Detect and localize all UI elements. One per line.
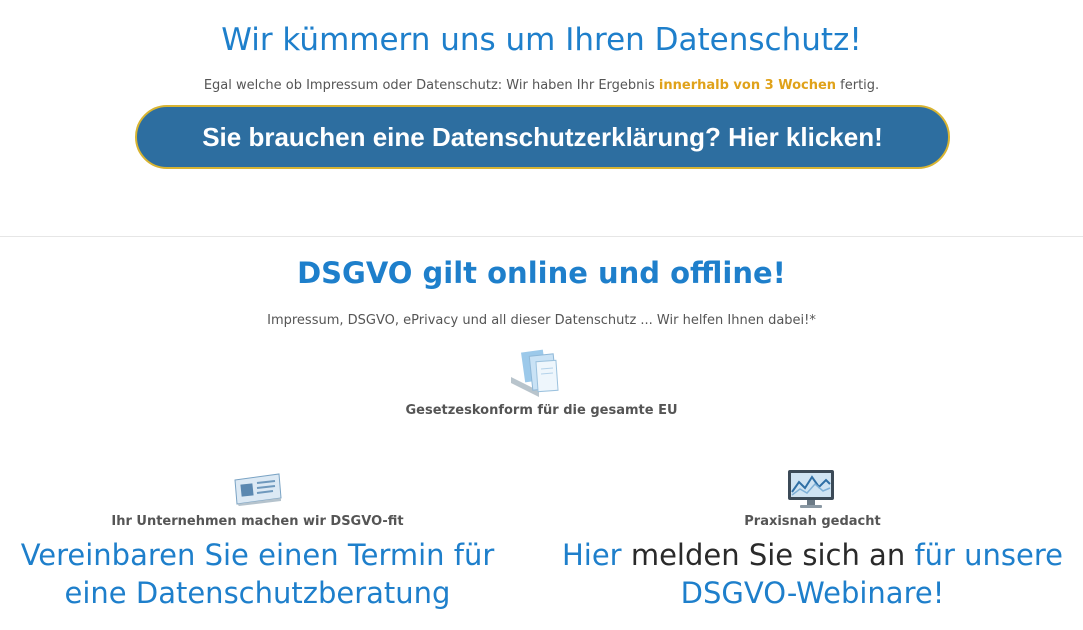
consulting-label: Ihr Unternehmen machen wir DSGVO-fit bbox=[111, 514, 404, 529]
monitor-chart-icon bbox=[788, 470, 834, 508]
consulting-link-line1: Vereinbaren Sie einen Termin für bbox=[20, 538, 495, 572]
hero-subtitle-suffix: fertig. bbox=[836, 78, 880, 93]
hero-subtitle-highlight: innerhalb von 3 Wochen bbox=[658, 78, 837, 93]
section-subtitle: Impressum, DSGVO, ePrivacy und all diese… bbox=[267, 313, 816, 328]
webinar-link-line1: Hier melden Sie sich an für unsere bbox=[555, 536, 1070, 574]
feature-label: Gesetzeskonform für die gesamte EU bbox=[405, 403, 678, 418]
hero-subtitle-prefix: Egal welche ob Impressum oder Datenschut… bbox=[203, 78, 659, 93]
webinar-link-line2: DSGVO-Webinare! bbox=[680, 576, 945, 610]
webinar-link-part3: für unsere bbox=[914, 538, 1064, 572]
consulting-link-line2: eine Datenschutzberatung bbox=[64, 576, 451, 610]
section-divider bbox=[0, 236, 1083, 237]
consulting-appointment-link[interactable]: Vereinbaren Sie einen Termin für eine Da… bbox=[0, 536, 515, 612]
hero-title: Wir kümmern uns um Ihren Datenschutz! bbox=[221, 22, 862, 58]
practical-label: Praxisnah gedacht bbox=[744, 514, 881, 529]
privacy-statement-cta-button[interactable]: Sie brauchen eine Datenschutzerklärung? … bbox=[135, 105, 950, 169]
id-card-icon bbox=[234, 473, 282, 506]
webinar-link-part1: Hier bbox=[561, 538, 622, 572]
webinar-signup-link[interactable]: Hier melden Sie sich an für unsere DSGVO… bbox=[555, 536, 1070, 612]
hero-subtitle: Egal welche ob Impressum oder Datenschut… bbox=[0, 78, 1083, 93]
webinar-link-part2: melden Sie sich an bbox=[621, 538, 915, 572]
section-title: DSGVO gilt online und offline! bbox=[297, 256, 786, 290]
documents-icon bbox=[511, 349, 559, 397]
